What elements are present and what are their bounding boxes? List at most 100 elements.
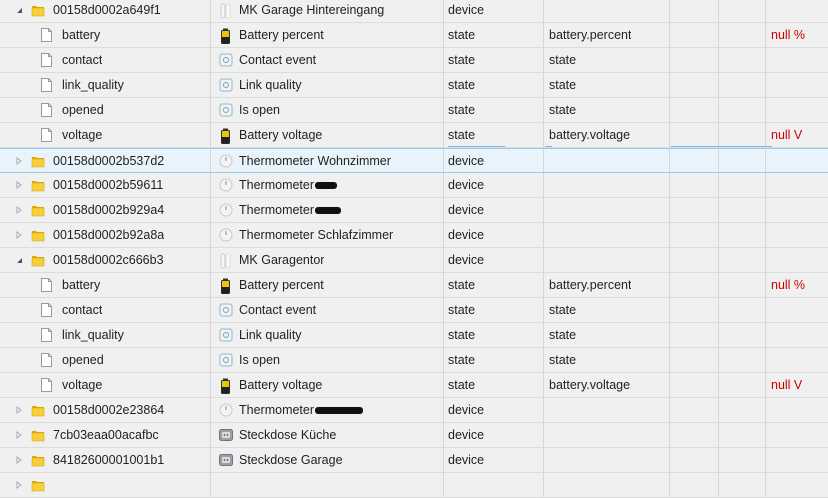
state-row[interactable]: opened Is open state state [0,348,828,373]
object-name[interactable]: Thermometer Wohnzimmer [239,149,391,173]
collapse-toggle-icon[interactable] [15,6,23,14]
object-id[interactable]: 84182600001001b1 [53,448,164,472]
object-id[interactable]: 00158d0002c666b3 [53,248,164,272]
object-name[interactable]: Steckdose Garage [239,448,343,472]
column-divider [765,48,766,72]
device-row[interactable]: 00158d0002b59611 Thermometer device [0,173,828,198]
state-row[interactable]: opened Is open state state [0,98,828,123]
device-row[interactable]: 00158d0002b537d2 Thermometer Wohnzimmer de… [0,148,828,173]
object-id[interactable]: voltage [62,373,102,397]
object-name[interactable]: Thermometer [239,398,364,422]
object-id[interactable]: opened [62,348,104,372]
column-divider [765,0,766,22]
expand-toggle-icon[interactable] [15,181,23,189]
object-name[interactable]: Battery percent [239,273,324,297]
object-id[interactable]: battery [62,23,100,47]
object-id[interactable]: battery [62,273,100,297]
object-id[interactable]: link_quality [62,323,124,347]
thermometer-icon [219,403,233,417]
object-name[interactable]: MK Garagentor [239,248,324,272]
device-row[interactable]: 84182600001001b1 Steckdose Garage device [0,448,828,473]
column-divider [443,73,444,97]
column-divider [210,323,211,347]
object-name[interactable]: Thermometer [239,198,342,222]
device-row[interactable]: 00158d0002e23864 Thermometer device [0,398,828,423]
object-name-text: MK Garagentor [239,253,325,267]
column-divider [718,149,719,172]
expand-toggle-icon[interactable] [15,157,23,165]
door-sensor-icon [219,3,233,19]
plug-icon [219,453,233,467]
object-id[interactable]: 00158d0002b929a4 [53,198,164,222]
object-id[interactable]: link_quality [62,73,124,97]
object-id[interactable]: 00158d0002a649f1 [53,0,161,22]
state-row[interactable]: contact Contact event state state [0,298,828,323]
folder-icon [31,228,45,242]
state-row[interactable]: link_quality Link quality state state [0,73,828,98]
object-id[interactable]: 00158d0002b537d2 [53,149,164,173]
device-row[interactable]: 7cb03eaa00acafbc Steckdose Küche device [0,423,828,448]
column-divider [443,473,444,497]
column-divider [765,149,766,172]
column-divider [210,248,211,272]
object-id[interactable]: 00158d0002b92a8a [53,223,164,247]
object-id[interactable]: contact [62,48,102,72]
object-name[interactable]: Is open [239,348,280,372]
object-name[interactable]: Thermometer Schlafzimmer [239,223,393,247]
device-row[interactable]: 00158d0002c666b3 MK Garagentor device [0,248,828,273]
collapse-toggle-icon[interactable] [15,256,23,264]
object-id[interactable]: opened [62,98,104,122]
object-name[interactable]: Thermometer [239,173,338,197]
column-divider [669,23,670,47]
object-name[interactable]: Battery percent [239,23,324,47]
object-name[interactable]: Battery voltage [239,373,322,397]
expand-toggle-icon[interactable] [15,231,23,239]
expand-toggle-icon[interactable] [15,206,23,214]
column-divider [210,423,211,447]
object-id[interactable]: 7cb03eaa00acafbc [53,423,159,447]
thermometer-icon [219,203,233,217]
object-name[interactable]: Contact event [239,298,316,322]
column-divider [543,73,544,97]
state-row[interactable]: voltage Battery voltage state battery.volta… [0,123,828,148]
object-id[interactable]: 00158d0002e23864 [53,398,164,422]
expand-toggle-icon[interactable] [15,456,23,464]
column-divider [443,373,444,397]
object-id[interactable]: 00158d0002b59611 [53,173,163,197]
state-row[interactable]: voltage Battery voltage state battery.volta… [0,373,828,398]
expand-toggle-icon[interactable] [15,406,23,414]
state-row[interactable]: battery Battery percent state battery.perce… [0,23,828,48]
column-divider [443,348,444,372]
state-row[interactable]: link_quality Link quality state state [0,323,828,348]
folder-icon [31,178,45,192]
object-name-text: Link quality [239,78,302,92]
device-row[interactable] [0,473,828,498]
object-id[interactable]: voltage [62,123,102,147]
file-icon [41,103,52,117]
column-divider [443,98,444,122]
object-name[interactable]: Is open [239,98,280,122]
column-divider [669,398,670,422]
object-name[interactable]: Steckdose Küche [239,423,336,447]
object-name[interactable]: Link quality [239,73,302,97]
object-name[interactable]: Link quality [239,323,302,347]
object-type: state [448,303,476,317]
column-divider [765,73,766,97]
file-icon [41,28,52,42]
column-divider [718,223,719,247]
device-row[interactable]: 00158d0002a649f1 MK Garage Hintereingang d… [0,0,828,23]
state-row[interactable]: battery Battery percent state battery.perce… [0,273,828,298]
expand-toggle-icon[interactable] [15,481,23,489]
object-name-text: Thermometer [239,203,315,217]
object-id[interactable]: contact [62,298,102,322]
device-row[interactable]: 00158d0002b929a4 Thermometer device [0,198,828,223]
column-divider [718,398,719,422]
device-row[interactable]: 00158d0002b92a8a Thermometer Schlafzimmer… [0,223,828,248]
thermometer-icon [219,178,233,192]
state-row[interactable]: contact Contact event state state [0,48,828,73]
object-type: state [448,53,476,67]
object-name[interactable]: Contact event [239,48,316,72]
object-name[interactable]: MK Garage Hintereingang [239,0,384,22]
object-name[interactable]: Battery voltage [239,123,322,147]
expand-toggle-icon[interactable] [15,431,23,439]
